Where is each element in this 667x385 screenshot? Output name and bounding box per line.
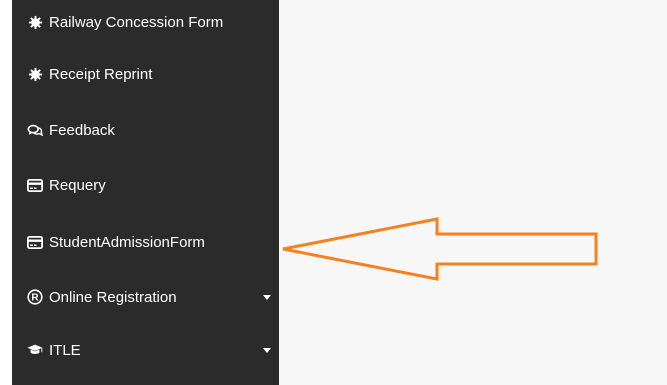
sidebar-item-feedback[interactable]: Feedback xyxy=(12,110,279,150)
gear-icon xyxy=(27,14,43,30)
sidebar-item-receipt-reprint[interactable]: Receipt Reprint xyxy=(12,54,279,94)
sidebar-item-itle[interactable]: ITLE xyxy=(12,330,279,370)
sidebar-nav: Railway Concession Form Receipt Reprint … xyxy=(12,0,279,385)
sidebar-item-label: Feedback xyxy=(49,121,115,139)
page: Railway Concession Form Receipt Reprint … xyxy=(0,0,667,385)
chevron-down-icon xyxy=(263,348,271,353)
sidebar-item-requery[interactable]: Requery xyxy=(12,165,279,205)
sidebar-item-student-admission-form[interactable]: StudentAdmissionForm xyxy=(12,222,279,262)
chat-bubbles-icon xyxy=(27,122,43,138)
sidebar-item-label: ITLE xyxy=(49,341,81,359)
sidebar-item-label: StudentAdmissionForm xyxy=(49,233,205,251)
sidebar-item-label: Online Registration xyxy=(49,288,177,306)
sidebar-item-label: Requery xyxy=(49,176,106,194)
credit-card-icon xyxy=(27,234,43,250)
graduation-cap-icon xyxy=(27,342,43,358)
registered-icon: R xyxy=(27,289,43,305)
chevron-down-icon xyxy=(263,295,271,300)
gear-icon xyxy=(27,66,43,82)
sidebar-item-label: Railway Concession Form xyxy=(49,13,224,31)
sidebar-item-label: Receipt Reprint xyxy=(49,65,153,83)
main-content-area xyxy=(279,0,667,385)
sidebar-item-railway-concession-form[interactable]: Railway Concession Form xyxy=(12,2,279,42)
sidebar-item-online-registration[interactable]: R Online Registration xyxy=(12,277,279,317)
svg-text:R: R xyxy=(31,293,39,304)
credit-card-icon xyxy=(27,177,43,193)
